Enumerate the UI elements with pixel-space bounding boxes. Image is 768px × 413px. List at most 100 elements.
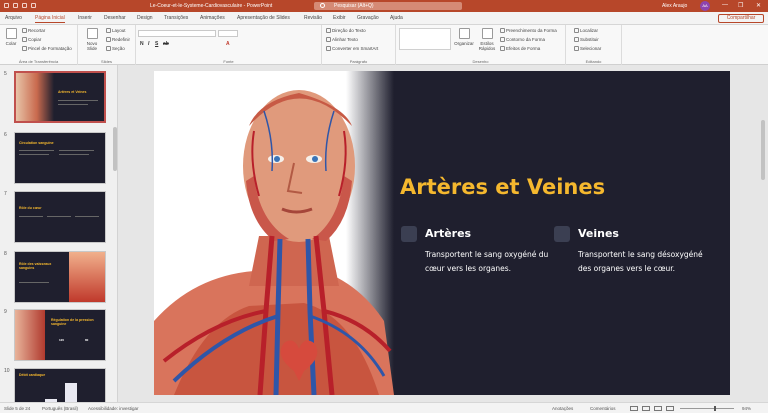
quick-access-toolbar	[4, 3, 36, 8]
avatar[interactable]: AA	[700, 1, 710, 11]
slide-thumbnail[interactable]: Artères et Veines	[14, 71, 106, 123]
outline-icon	[500, 37, 505, 42]
zoom-slider[interactable]	[680, 408, 734, 409]
slide-thumbnail[interactable]: Régulation de la pression sanguine 120 8…	[14, 309, 106, 361]
reset-button[interactable]: Redefinir	[106, 37, 130, 42]
user-name[interactable]: Alex Araujo	[662, 3, 687, 9]
redo-icon[interactable]	[22, 3, 27, 8]
tab-file[interactable]: Arquivo	[5, 15, 22, 21]
align-text-icon	[326, 37, 331, 42]
smartart-button[interactable]: Converter em SmartArt	[326, 46, 378, 51]
status-bar: Slide 5 de 24 Português (Brasil) Acessib…	[0, 402, 768, 413]
restore-button[interactable]: ❐	[738, 2, 743, 9]
scrollbar-thumb[interactable]	[113, 127, 117, 171]
share-button[interactable]: Compartilhar	[718, 14, 764, 23]
align-text-button[interactable]: Alinhar Texto	[326, 37, 358, 42]
find-icon	[574, 28, 579, 33]
thumbnail-text-line	[47, 216, 71, 217]
find-button[interactable]: Localizar	[574, 28, 598, 33]
group-label-drawing: Desenho	[472, 59, 489, 64]
arteries-heading[interactable]: Artères	[425, 227, 471, 240]
tab-draw[interactable]: Desenhar	[104, 15, 126, 21]
language-indicator[interactable]: Português (Brasil)	[42, 406, 78, 411]
new-slide-button[interactable]: Novo Slide	[82, 28, 102, 51]
reset-icon	[106, 37, 111, 42]
group-label-editing: Editando	[585, 59, 602, 64]
tab-help[interactable]: Ajuda	[390, 15, 403, 21]
accessibility-status[interactable]: Acessibilidade: investigar	[88, 406, 139, 411]
tab-home[interactable]: Página Inicial	[35, 15, 65, 23]
thumbnail-figure	[15, 310, 45, 360]
tab-recording[interactable]: Gravação	[357, 15, 379, 21]
arteries-icon-box	[401, 226, 417, 242]
thumbnail-text-line	[19, 216, 43, 217]
veins-heading[interactable]: Veines	[578, 227, 619, 240]
slide-thumbnail[interactable]: Circulation sanguine	[14, 132, 106, 184]
search-box[interactable]: Pesquisar (Alt+Q)	[314, 2, 462, 10]
tab-animations[interactable]: Animações	[200, 15, 225, 21]
slide-sorter-icon[interactable]	[642, 406, 650, 411]
slide-title[interactable]: Artères et Veines	[400, 175, 605, 199]
reading-view-icon[interactable]	[654, 406, 662, 411]
tab-view[interactable]: Exibir	[333, 15, 346, 21]
thumbnail-title: Artères et Veines	[58, 90, 87, 94]
tab-slideshow[interactable]: Apresentação de Slides	[237, 15, 290, 21]
slide-canvas[interactable]: Artères et Veines Artères Transportent l…	[154, 71, 730, 395]
slide-thumbnail[interactable]: Rôle du cœur	[14, 191, 106, 243]
minimize-button[interactable]: —	[722, 2, 728, 8]
cut-button[interactable]: Recortar	[22, 28, 45, 33]
slideshow-view-icon[interactable]	[666, 406, 674, 411]
bold-button[interactable]: N	[140, 41, 144, 47]
replace-button[interactable]: Substituir	[574, 37, 599, 42]
layout-button[interactable]: Layout	[106, 28, 126, 33]
copy-button[interactable]: Copiar	[22, 37, 41, 42]
zoom-slider-thumb[interactable]	[714, 406, 716, 411]
close-button[interactable]: ✕	[756, 2, 761, 9]
tab-insert[interactable]: Inserir	[78, 15, 92, 21]
shape-fill-button[interactable]: Preenchimento da Forma	[500, 28, 557, 33]
comments-button[interactable]: Comentários	[590, 406, 616, 411]
slide-thumbnail[interactable]: Rôle des vaisseaux sanguins	[14, 251, 106, 303]
font-family-select[interactable]	[138, 30, 216, 37]
editor-scrollbar[interactable]	[758, 65, 768, 402]
section-icon	[106, 46, 111, 51]
italic-button[interactable]: I	[148, 41, 149, 47]
text-direction-button[interactable]: Direção do Texto	[326, 28, 366, 33]
tab-design[interactable]: Design	[137, 15, 153, 21]
group-editing: Localizar Substituir Selecionar Editando	[566, 25, 622, 65]
arrange-icon	[458, 28, 470, 39]
notes-button[interactable]: Anotações	[552, 406, 573, 411]
font-color-button[interactable]: A	[226, 41, 230, 47]
brush-icon	[22, 46, 27, 51]
underline-button[interactable]: S	[155, 41, 158, 47]
group-font: N I S ab A Fonte	[136, 25, 322, 65]
save-icon[interactable]	[4, 3, 9, 8]
thumbnail-number: 8	[4, 251, 7, 257]
shape-effects-button[interactable]: Efeitos de Forma	[500, 46, 540, 51]
zoom-level[interactable]: 94%	[742, 406, 751, 411]
shapes-gallery[interactable]	[399, 28, 451, 50]
arrange-button[interactable]: Organizar	[454, 28, 474, 46]
thumbnail-text-line	[58, 100, 98, 101]
thumbnail-number: 9	[4, 309, 7, 315]
font-size-select[interactable]	[218, 30, 238, 37]
search-icon	[320, 3, 325, 8]
arteries-description[interactable]: Transportent le sang oxygéné du cœur ver…	[425, 248, 555, 276]
select-button[interactable]: Selecionar	[574, 46, 601, 51]
paste-button[interactable]: Colar	[3, 28, 19, 46]
quick-styles-button[interactable]: Estilos Rápidos	[476, 28, 498, 51]
scrollbar-thumb[interactable]	[761, 120, 765, 180]
thumbnail-scrollbar[interactable]	[113, 67, 117, 397]
undo-icon[interactable]	[13, 3, 18, 8]
strikethrough-button[interactable]: ab	[163, 41, 169, 47]
normal-view-icon[interactable]	[630, 406, 638, 411]
slide-thumbnail[interactable]: Débit cardiaque	[14, 368, 106, 402]
shape-outline-button[interactable]: Contorno da Forma	[500, 37, 545, 42]
present-icon[interactable]	[31, 3, 36, 8]
section-button[interactable]: Seção	[106, 46, 125, 51]
tab-review[interactable]: Revisão	[304, 15, 322, 21]
tab-transitions[interactable]: Transições	[164, 15, 188, 21]
format-painter-button[interactable]: Pincel de Formatação	[22, 46, 72, 51]
veins-description[interactable]: Transportent le sang désoxygéné des orga…	[578, 248, 706, 276]
new-slide-icon	[86, 28, 98, 39]
